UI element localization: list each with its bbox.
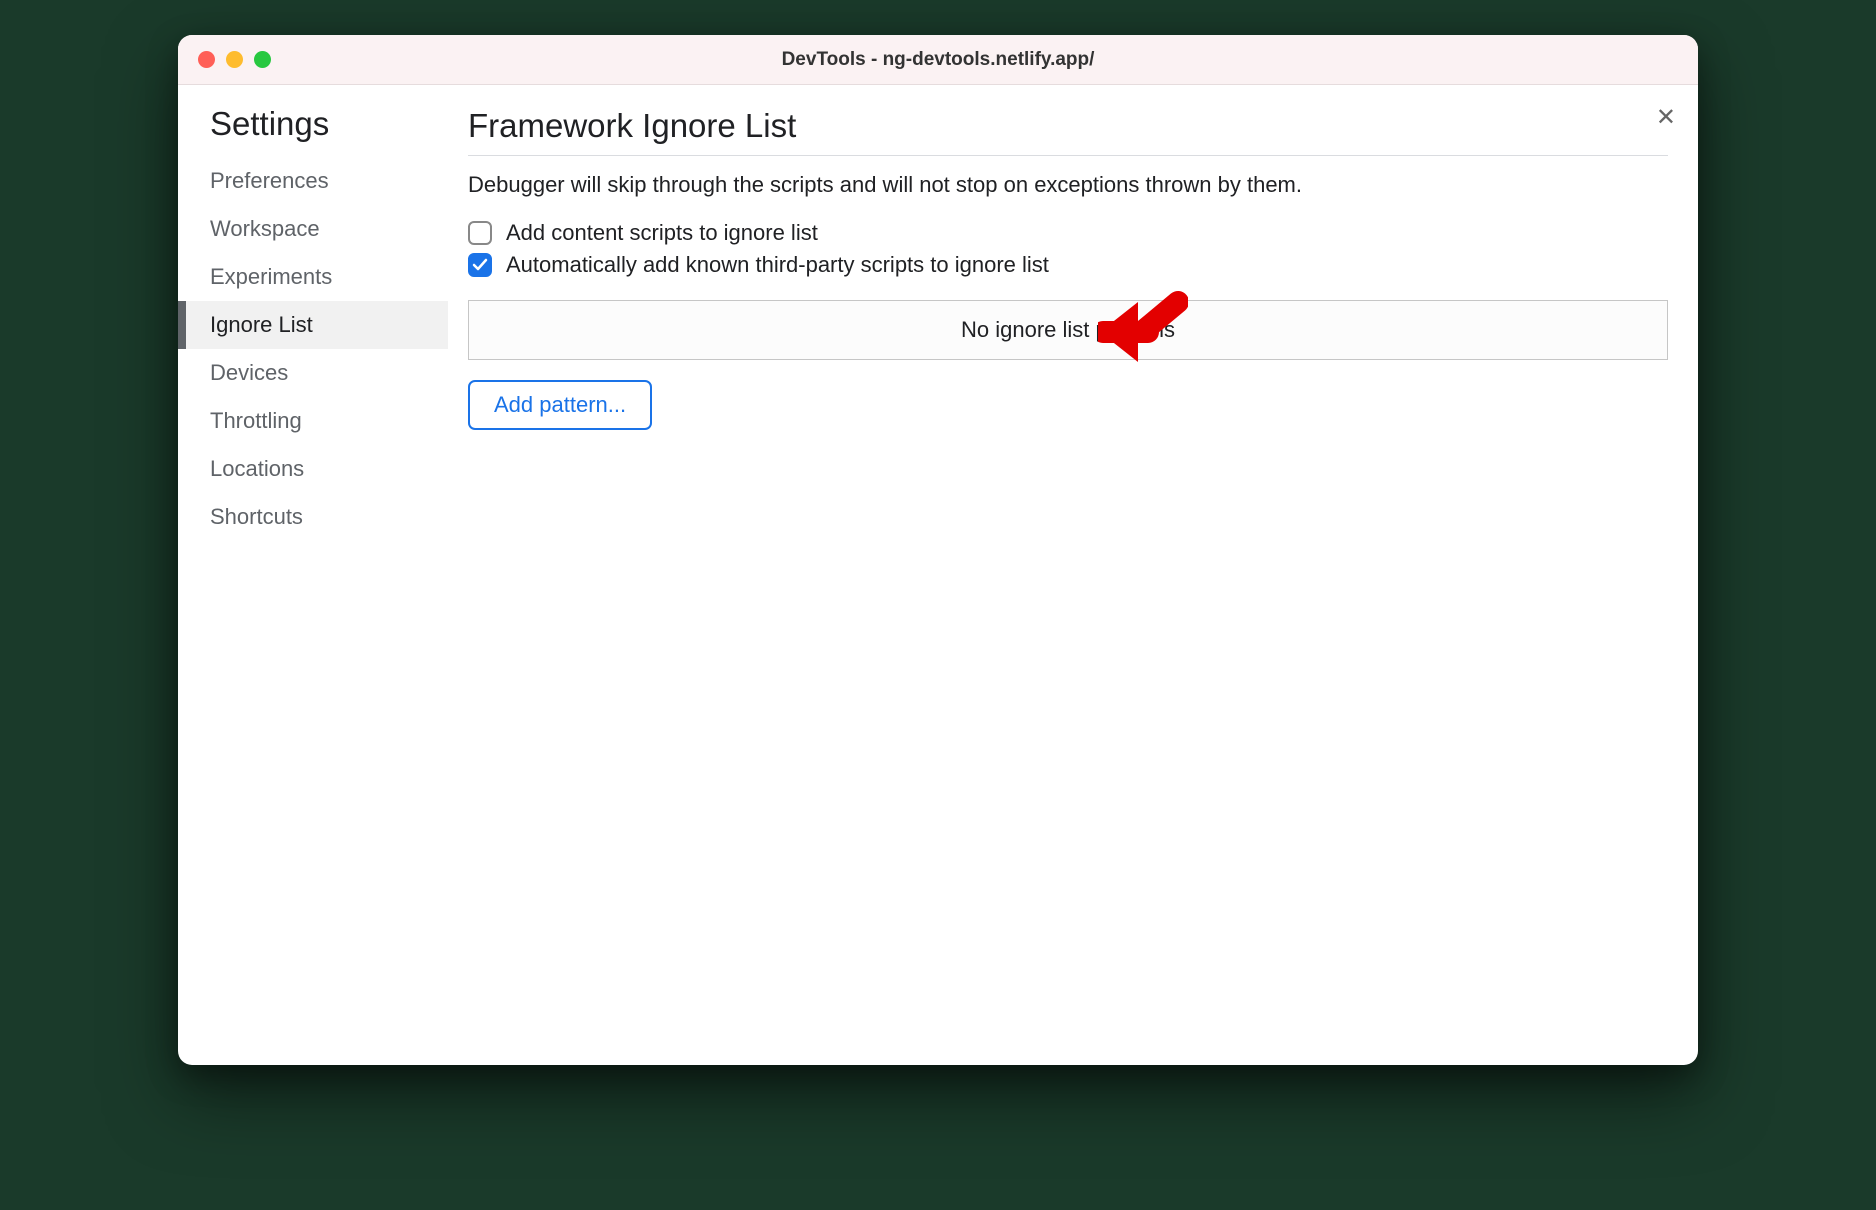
sidebar-item-locations[interactable]: Locations: [178, 445, 448, 493]
checkbox-checked-icon[interactable]: [468, 253, 492, 277]
window-controls: [178, 51, 271, 68]
sidebar-item-devices[interactable]: Devices: [178, 349, 448, 397]
devtools-window: DevTools - ng-devtools.netlify.app/ ✕ Se…: [178, 35, 1698, 1065]
window-titlebar: DevTools - ng-devtools.netlify.app/: [178, 35, 1698, 85]
sidebar-title: Settings: [178, 105, 448, 157]
close-icon[interactable]: ✕: [1656, 103, 1676, 132]
checkbox-icon[interactable]: [468, 221, 492, 245]
settings-sidebar: Settings Preferences Workspace Experimen…: [178, 85, 448, 1065]
sidebar-item-preferences[interactable]: Preferences: [178, 157, 448, 205]
minimize-window-icon[interactable]: [226, 51, 243, 68]
checkbox-label: Automatically add known third-party scri…: [506, 252, 1049, 278]
settings-main: Framework Ignore List Debugger will skip…: [448, 85, 1698, 1065]
sidebar-item-label: Ignore List: [210, 312, 313, 337]
sidebar-item-ignore-list[interactable]: Ignore List: [178, 301, 448, 349]
section-description: Debugger will skip through the scripts a…: [468, 172, 1668, 198]
checkbox-add-content-scripts[interactable]: Add content scripts to ignore list: [468, 220, 1668, 246]
checkbox-label: Add content scripts to ignore list: [506, 220, 818, 246]
sidebar-item-workspace[interactable]: Workspace: [178, 205, 448, 253]
sidebar-item-label: Workspace: [210, 216, 320, 241]
page-title: Framework Ignore List: [468, 107, 1668, 156]
settings-panel: ✕ Settings Preferences Workspace Experim…: [178, 85, 1698, 1065]
add-pattern-button[interactable]: Add pattern...: [468, 380, 652, 430]
sidebar-item-throttling[interactable]: Throttling: [178, 397, 448, 445]
sidebar-item-shortcuts[interactable]: Shortcuts: [178, 493, 448, 541]
maximize-window-icon[interactable]: [254, 51, 271, 68]
close-window-icon[interactable]: [198, 51, 215, 68]
window-title: DevTools - ng-devtools.netlify.app/: [782, 49, 1095, 71]
sidebar-item-label: Throttling: [210, 408, 302, 433]
ignore-list-patterns-box: No ignore list patterns: [468, 300, 1668, 360]
empty-patterns-text: No ignore list patterns: [961, 317, 1175, 342]
sidebar-item-label: Shortcuts: [210, 504, 303, 529]
sidebar-item-label: Locations: [210, 456, 304, 481]
sidebar-item-label: Preferences: [210, 168, 329, 193]
sidebar-item-experiments[interactable]: Experiments: [178, 253, 448, 301]
sidebar-item-label: Devices: [210, 360, 288, 385]
add-pattern-label: Add pattern...: [494, 392, 626, 417]
checkbox-auto-add-third-party[interactable]: Automatically add known third-party scri…: [468, 252, 1668, 278]
sidebar-item-label: Experiments: [210, 264, 332, 289]
